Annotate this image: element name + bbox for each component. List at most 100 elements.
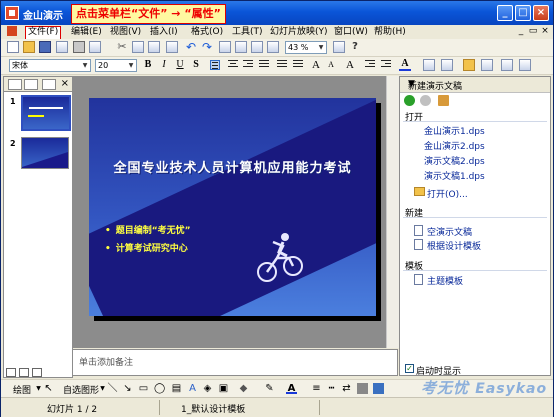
mdi-close-icon[interactable]: × [540, 26, 550, 36]
recent-file-link[interactable]: 演示文稿1.dps [424, 169, 485, 182]
tab-slides[interactable] [8, 79, 22, 90]
tab-notes[interactable] [42, 79, 56, 90]
home-icon[interactable] [438, 95, 449, 106]
decrease-indent-icon[interactable] [365, 60, 375, 70]
sorter-view-icon[interactable] [19, 368, 29, 377]
menu-file[interactable]: 文件(F) [25, 26, 62, 40]
forward-icon[interactable] [420, 95, 431, 106]
menu-edit[interactable]: 编辑(E) [69, 26, 104, 38]
close-button[interactable]: × [533, 5, 549, 21]
align-center-icon[interactable] [228, 60, 238, 70]
font-color-button[interactable]: A [399, 59, 411, 71]
menu-help[interactable]: 帮助(H) [372, 26, 408, 38]
increase-indent-icon[interactable] [381, 60, 391, 70]
app-icon[interactable] [5, 6, 19, 20]
menu-view[interactable]: 视图(V) [108, 26, 143, 38]
insert-chart-icon[interactable] [219, 41, 231, 53]
bullets-icon[interactable] [293, 60, 303, 70]
slide-canvas[interactable]: 全国专业技术人员计算机应用能力考试 题目编制“考无忧” 计算考试研究中心 [89, 98, 376, 316]
slideshow-view-icon[interactable] [32, 368, 42, 377]
copy-icon[interactable] [132, 41, 144, 53]
minimize-button[interactable]: _ [497, 5, 513, 21]
shadow-style-icon[interactable] [357, 383, 368, 394]
slide-thumbnail-1[interactable] [21, 95, 71, 131]
font-select[interactable]: 宋体 ▼ [9, 59, 91, 72]
undo-icon[interactable]: ↶ [185, 41, 197, 53]
select-pointer-icon[interactable]: ↖ [43, 383, 54, 394]
insert-picture-icon[interactable] [251, 41, 263, 53]
fill-color-icon[interactable]: ◆ [238, 383, 249, 394]
cut-icon[interactable]: ✂ [116, 41, 128, 53]
new-blank-link[interactable]: 空演示文稿 [427, 225, 472, 238]
tab-outline[interactable] [24, 79, 38, 90]
show-grid-icon[interactable] [267, 41, 279, 53]
mdi-restore-icon[interactable]: ▭ [528, 26, 538, 36]
recent-file-link[interactable]: 演示文稿2.dps [424, 154, 485, 167]
arrow-style-icon[interactable]: ⇄ [341, 383, 352, 394]
normal-view-icon[interactable] [6, 368, 16, 377]
italic-button[interactable]: I [158, 59, 170, 71]
new-from-template-link[interactable]: 根据设计模板 [427, 239, 481, 252]
insert-picture-icon[interactable]: ▣ [218, 383, 229, 394]
decrease-font-icon[interactable]: A [325, 59, 337, 71]
vertical-scrollbar[interactable] [386, 76, 399, 348]
zoom-select[interactable]: 43 % ▼ [285, 41, 327, 54]
slide-design-icon[interactable] [423, 59, 435, 71]
text-shadow-button[interactable]: S [190, 59, 202, 71]
paste-icon[interactable] [148, 41, 160, 53]
menu-tools[interactable]: 工具(T) [230, 26, 265, 38]
slide-layout-icon[interactable] [441, 59, 453, 71]
format-painter-icon[interactable] [166, 41, 178, 53]
bold-button[interactable]: B [142, 59, 154, 71]
line-icon[interactable]: ＼ [107, 383, 118, 394]
back-icon[interactable] [404, 95, 415, 106]
new-document-icon[interactable] [7, 41, 19, 53]
export-pdf-icon[interactable] [56, 41, 68, 53]
save-icon[interactable] [39, 41, 51, 53]
menu-window[interactable]: 窗口(W) [332, 26, 370, 38]
recent-file-link[interactable]: 金山演示1.dps [424, 124, 485, 137]
menu-format[interactable]: 格式(O) [189, 26, 225, 38]
transition-icon[interactable] [519, 59, 531, 71]
diagram-icon[interactable]: ◈ [202, 383, 213, 394]
dash-style-icon[interactable]: ┅ [326, 383, 337, 394]
textbox-icon[interactable]: ▤ [171, 383, 182, 394]
close-icon[interactable]: × [408, 79, 416, 89]
slide-title[interactable]: 全国专业技术人员计算机应用能力考试 [89, 157, 376, 176]
autoshapes-menu[interactable]: 自选图形 [63, 383, 99, 396]
startup-checkbox[interactable]: ✓ [405, 364, 414, 373]
slide-thumbnail-2[interactable] [21, 137, 69, 169]
open-folder-icon[interactable] [23, 41, 35, 53]
print-preview-icon[interactable] [89, 41, 101, 53]
recent-file-link[interactable]: 金山演示2.dps [424, 139, 485, 152]
oval-icon[interactable]: ◯ [154, 383, 165, 394]
slide-bullet[interactable]: 题目编制“考无忧” [105, 223, 191, 236]
notes-pane[interactable]: 单击添加备注 [72, 349, 398, 376]
open-icon[interactable] [463, 59, 475, 71]
document-icon[interactable] [7, 26, 17, 36]
increase-font-icon[interactable]: A [310, 59, 322, 71]
insert-table-icon[interactable] [235, 41, 247, 53]
new-slide-icon[interactable] [481, 59, 493, 71]
line-color-icon[interactable]: ✎ [264, 383, 275, 394]
open-more-link[interactable]: 打开(O)... [427, 187, 468, 200]
wordart-icon[interactable]: A [187, 383, 198, 394]
font-size-select[interactable]: 20 ▼ [95, 59, 137, 72]
slide-bullet[interactable]: 计算考试研究中心 [105, 241, 188, 254]
arrow-icon[interactable]: ↘ [122, 383, 133, 394]
justify-icon[interactable] [259, 60, 269, 70]
underline-button[interactable]: U [174, 59, 186, 71]
maximize-button[interactable]: □ [515, 5, 531, 21]
help-icon[interactable]: ? [349, 41, 361, 53]
line-style-icon[interactable]: ≡ [311, 383, 322, 394]
close-icon[interactable]: × [61, 78, 69, 90]
align-left-icon[interactable] [210, 60, 220, 70]
theme-template-link[interactable]: 主题模板 [427, 274, 463, 287]
rectangle-icon[interactable]: ▭ [138, 383, 149, 394]
3d-style-icon[interactable] [373, 383, 384, 394]
find-icon[interactable] [333, 41, 345, 53]
draw-menu[interactable]: 绘图 [13, 383, 31, 396]
numbering-icon[interactable] [277, 60, 287, 70]
menu-slideshow[interactable]: 幻灯片放映(Y) [268, 26, 330, 38]
align-right-icon[interactable] [243, 60, 253, 70]
